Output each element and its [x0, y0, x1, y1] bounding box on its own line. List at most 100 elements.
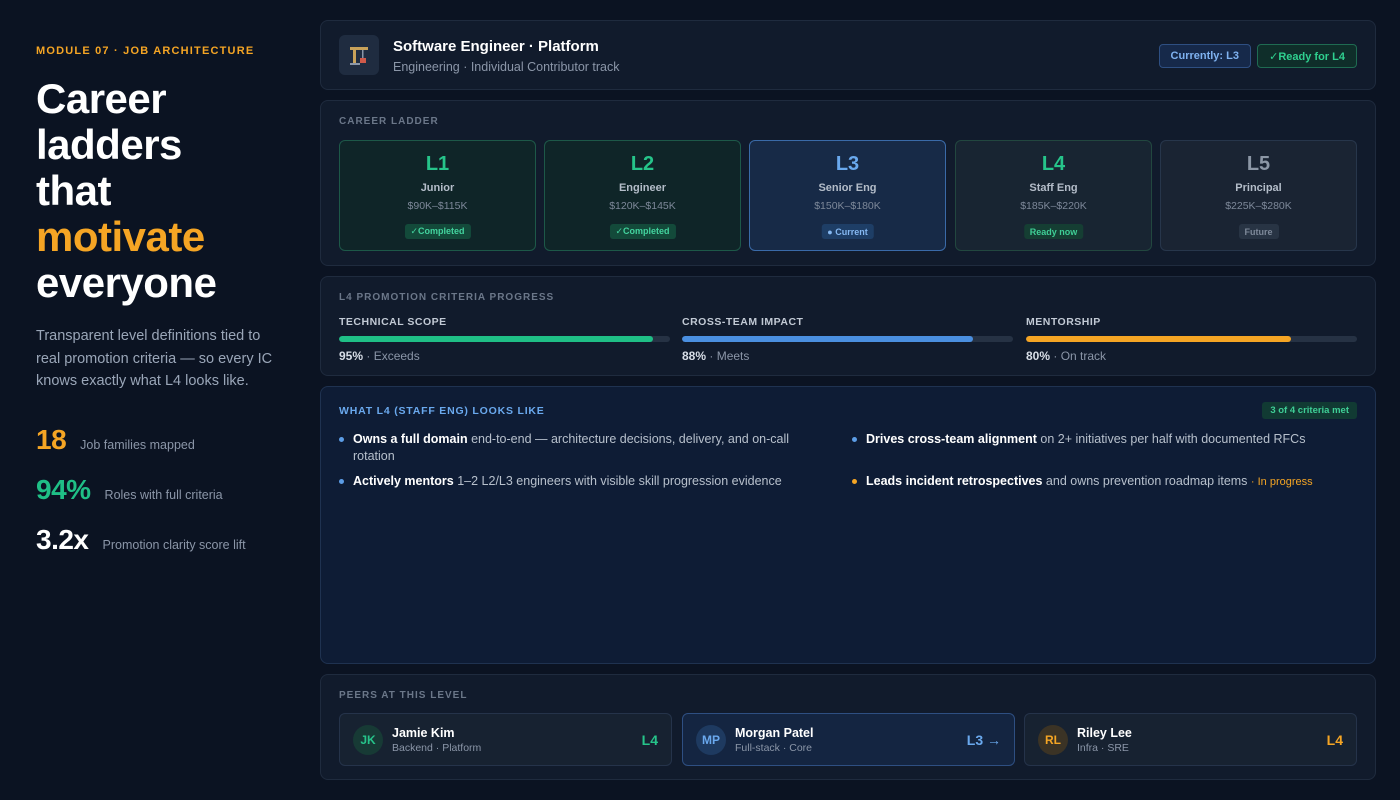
- level-name: Staff Eng: [1029, 182, 1078, 194]
- status-badge: Future: [1238, 224, 1279, 239]
- level-card-l4[interactable]: L4 Staff Eng $185K–$220K Ready now: [955, 140, 1152, 251]
- stat-label: Roles with full criteria: [104, 488, 223, 502]
- headline-line: that: [36, 167, 112, 214]
- construction-crane-icon: [339, 35, 379, 75]
- current-level-pill[interactable]: Currently: L3: [1158, 44, 1251, 68]
- peer-name: Riley Lee: [1077, 726, 1132, 740]
- peer-card[interactable]: RL Riley Lee Infra · SRE L4: [1024, 713, 1357, 766]
- avatar: RL: [1038, 725, 1068, 755]
- expectation-item: Owns a full domain end-to-end — architec…: [339, 431, 819, 465]
- promotion-criteria-card: L4 PROMOTION CRITERIA PROGRESS TECHNICAL…: [320, 276, 1376, 376]
- peer-role: Infra · SRE: [1077, 742, 1129, 754]
- criteria-met-badge: 3 of 4 criteria met: [1262, 402, 1357, 419]
- headline-line: ladders: [36, 121, 182, 168]
- role-header-card: Software Engineer · Platform Engineering…: [320, 20, 1376, 90]
- progress-fill: [682, 336, 974, 342]
- criterion-cross-team-impact: CROSS-TEAM IMPACT 88% · Meets: [682, 316, 1013, 363]
- stat-value: 18: [36, 424, 67, 455]
- status-badge: ● Current: [821, 224, 874, 239]
- peer-name: Morgan Patel: [735, 726, 814, 740]
- criterion-technical-scope: TECHNICAL SCOPE 95% · Exceeds: [339, 316, 670, 363]
- section-label: L4 PROMOTION CRITERIA PROGRESS: [339, 292, 555, 303]
- expectation-text: 1–2 L2/L3 engineers with visible skill p…: [453, 474, 782, 488]
- section-label: CAREER LADDER: [339, 116, 439, 127]
- level-pay: $120K–$145K: [609, 200, 676, 212]
- level-code: L3: [835, 153, 860, 175]
- stat-roles-criteria: 94% Roles with full criteria: [36, 474, 223, 506]
- level-card-l3[interactable]: L3 Senior Eng $150K–$180K ● Current: [749, 140, 946, 251]
- avatar: MP: [696, 725, 726, 755]
- status-badge: ✓Completed: [404, 224, 471, 239]
- headline: Career ladders that motivate everyone: [36, 75, 217, 306]
- headline-line: Career: [36, 75, 167, 122]
- expectation-bold: Owns a full domain: [353, 432, 468, 446]
- criterion-meta: 95% · Exceeds: [339, 349, 670, 363]
- module-tag: MODULE 07 · JOB ARCHITECTURE: [36, 45, 255, 57]
- expectation-bold: Drives cross-team alignment: [866, 432, 1037, 446]
- expectation-item: Drives cross-team alignment on 2+ initia…: [852, 431, 1357, 448]
- progress-track: [1026, 336, 1357, 342]
- level-name: Senior Eng: [818, 182, 877, 194]
- expectation-item: Leads incident retrospectives and owns p…: [852, 473, 1357, 491]
- expectation-item: Actively mentors 1–2 L2/L3 engineers wit…: [339, 473, 819, 490]
- role-subtitle: Engineering · Individual Contributor tra…: [393, 60, 620, 74]
- hero-column: MODULE 07 · JOB ARCHITECTURE Career ladd…: [36, 0, 296, 800]
- progress-track: [339, 336, 670, 342]
- level-card-l1[interactable]: L1 Junior $90K–$115K ✓Completed: [339, 140, 536, 251]
- criterion-note: · Exceeds: [366, 349, 420, 363]
- peer-name: Jamie Kim: [392, 726, 455, 740]
- career-ladder-card: CAREER LADDER L1 Junior $90K–$115K ✓Comp…: [320, 100, 1376, 266]
- level-card-l5[interactable]: L5 Principal $225K–$280K Future: [1160, 140, 1357, 251]
- ready-for-l4-pill[interactable]: ✓Ready for L4: [1257, 44, 1357, 68]
- progress-fill: [1026, 336, 1291, 342]
- stat-label: Promotion clarity score lift: [102, 538, 246, 552]
- level-pay: $90K–$115K: [407, 200, 468, 212]
- peer-role: Backend · Platform: [392, 742, 482, 754]
- level-code: L5: [1246, 153, 1271, 175]
- peer-level: L3 →: [966, 732, 1001, 748]
- headline-line: everyone: [36, 259, 217, 306]
- level-name: Engineer: [618, 182, 667, 194]
- criterion-note: · Meets: [709, 349, 750, 363]
- level-pay: $225K–$280K: [1225, 200, 1292, 212]
- level-name: Principal: [1235, 182, 1282, 194]
- criterion-meta: 88% · Meets: [682, 349, 1013, 363]
- peer-card[interactable]: MP Morgan Patel Full-stack · Core L3 →: [682, 713, 1015, 766]
- stat-value: 3.2x: [36, 524, 89, 555]
- expectation-text: and owns prevention roadmap items: [1042, 474, 1251, 488]
- level-name: Junior: [420, 182, 455, 194]
- stat-job-families: 18 Job families mapped: [36, 424, 195, 456]
- lede-text: Transparent level definitions tied to re…: [36, 328, 273, 389]
- role-title: Software Engineer · Platform: [393, 38, 599, 55]
- criterion-name: MENTORSHIP: [1026, 316, 1101, 328]
- peer-card[interactable]: JK Jamie Kim Backend · Platform L4: [339, 713, 672, 766]
- peer-level: L4: [1326, 732, 1343, 748]
- criterion-name: TECHNICAL SCOPE: [339, 316, 447, 328]
- peers-card: PEERS AT THIS LEVEL JK Jamie Kim Backend…: [320, 674, 1376, 780]
- level-card-l2[interactable]: L2 Engineer $120K–$145K ✓Completed: [544, 140, 741, 251]
- criterion-percent: 95%: [339, 349, 364, 363]
- criterion-mentorship: MENTORSHIP 80% · On track: [1026, 316, 1357, 363]
- criterion-percent: 88%: [682, 349, 707, 363]
- l4-expectations-card: WHAT L4 (STAFF ENG) LOOKS LIKE 3 of 4 cr…: [320, 386, 1376, 664]
- criterion-meta: 80% · On track: [1026, 349, 1357, 363]
- criterion-percent: 80%: [1026, 349, 1051, 363]
- criterion-name: CROSS-TEAM IMPACT: [682, 316, 804, 328]
- status-badge: Ready now: [1023, 224, 1084, 239]
- headline-accent: motivate: [36, 213, 205, 260]
- criterion-note: · On track: [1053, 349, 1107, 363]
- level-pay: $185K–$220K: [1020, 200, 1087, 212]
- progress-fill: [339, 336, 654, 342]
- peer-level: L4: [641, 732, 658, 748]
- in-progress-note: · In progress: [1250, 476, 1313, 488]
- peer-role: Full-stack · Core: [735, 742, 813, 754]
- expectation-bold: Leads incident retrospectives: [866, 474, 1043, 488]
- level-code: L1: [425, 153, 450, 175]
- stat-label: Job families mapped: [80, 438, 195, 452]
- stat-clarity-lift: 3.2x Promotion clarity score lift: [36, 524, 246, 556]
- avatar: JK: [353, 725, 383, 755]
- level-code: L2: [630, 153, 655, 175]
- expectations-title: WHAT L4 (STAFF ENG) LOOKS LIKE: [339, 405, 545, 417]
- level-code: L4: [1041, 153, 1066, 175]
- progress-track: [682, 336, 1013, 342]
